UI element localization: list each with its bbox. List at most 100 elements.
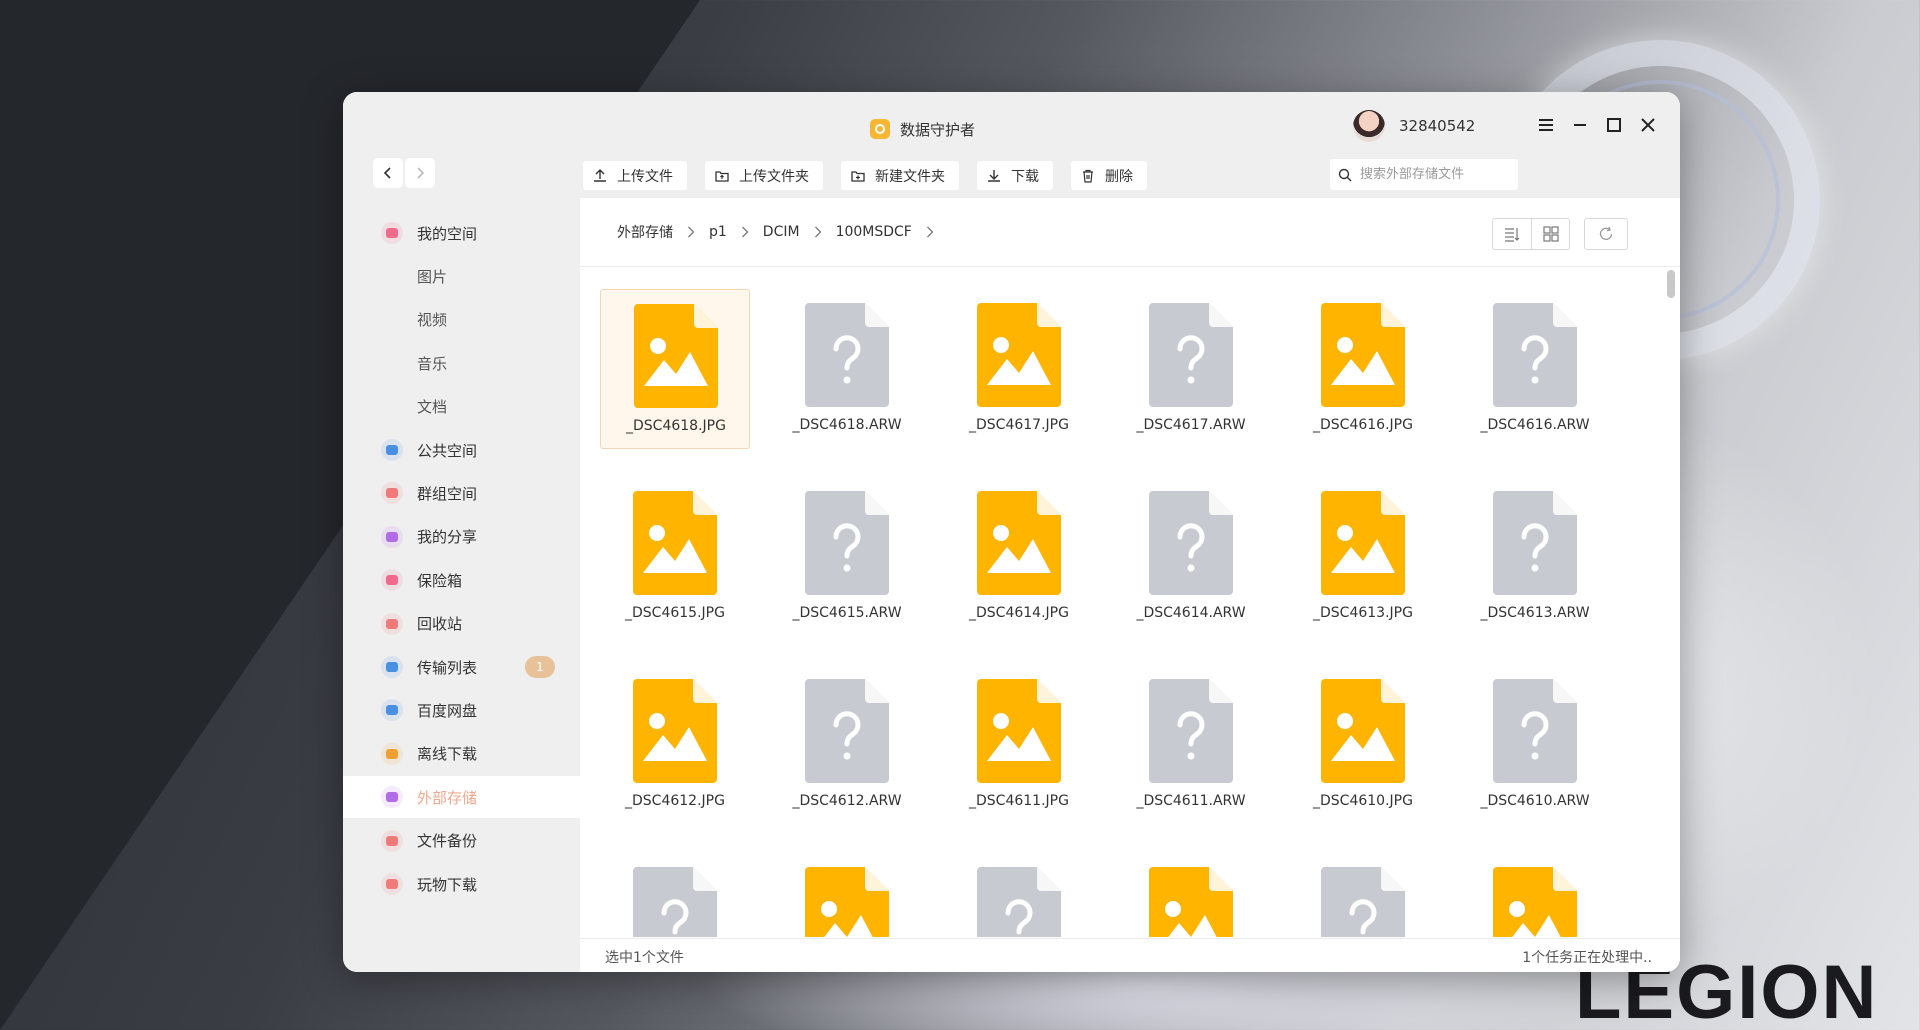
username[interactable]: 32840542 — [1399, 117, 1475, 135]
file-tile[interactable]: _DSC4611.JPG — [944, 665, 1094, 825]
file-tile[interactable]: _DSC4617.ARW — [1116, 289, 1266, 449]
search-input[interactable] — [1360, 167, 1510, 182]
sidebar-item-label: 外部存储 — [417, 788, 478, 807]
file-tile[interactable]: _DSC4613.JPG — [1288, 477, 1438, 637]
file-name: _DSC4610.JPG — [1313, 793, 1413, 809]
scrollbar[interactable] — [1666, 270, 1676, 960]
sidebar-item-11[interactable]: 百度网盘 — [343, 689, 580, 731]
sidebar-item-13[interactable]: 外部存储 — [343, 776, 580, 819]
image-file-icon — [977, 303, 1061, 407]
maximize-button[interactable] — [1603, 112, 1625, 138]
sidebar-item-8[interactable]: 保险箱 — [343, 559, 580, 601]
file-name: _DSC4616.JPG — [1313, 417, 1413, 433]
file-tile[interactable]: _DSC4613.ARW — [1460, 477, 1610, 637]
upload-icon — [594, 168, 606, 182]
sidebar-item-9[interactable]: 回收站 — [343, 603, 580, 645]
upload-folder-button[interactable]: 上传文件夹 — [705, 161, 823, 190]
upload-file-label: 上传文件 — [617, 168, 673, 185]
sidebar-item-5[interactable]: 公共空间 — [343, 429, 580, 471]
view-toggle — [1492, 218, 1570, 250]
file-tile[interactable] — [1460, 853, 1610, 937]
file-tile[interactable]: _DSC4614.ARW — [1116, 477, 1266, 637]
upload-file-button[interactable]: 上传文件 — [583, 161, 687, 190]
image-file-icon — [634, 304, 718, 408]
menu-icon — [1539, 119, 1553, 131]
sidebar-item-6[interactable]: 群组空间 — [343, 472, 580, 514]
scrollbar-thumb[interactable] — [1667, 270, 1675, 298]
file-name: _DSC4612.JPG — [625, 793, 725, 809]
image-file-icon — [805, 867, 889, 937]
file-grid: _DSC4618.JPG _DSC4618.ARW _DSC4617.JPG _DSC… — [580, 267, 1665, 937]
file-tile[interactable]: _DSC4611.ARW — [1116, 665, 1266, 825]
breadcrumb-item[interactable]: 外部存储 — [617, 222, 673, 242]
forward-button[interactable] — [405, 158, 435, 188]
new-folder-label: 新建文件夹 — [875, 168, 945, 185]
delete-button[interactable]: 删除 — [1071, 161, 1147, 190]
sidebar-item-0[interactable]: 我的空间 — [343, 212, 580, 254]
file-tile[interactable]: _DSC4610.JPG — [1288, 665, 1438, 825]
offline-download-icon — [381, 742, 403, 765]
sidebar-item-label: 图片 — [417, 267, 448, 286]
file-tile[interactable] — [600, 853, 750, 937]
chevron-right-icon — [814, 226, 821, 238]
sidebar-item-14[interactable]: 文件备份 — [343, 820, 580, 862]
unknown-file-icon — [805, 679, 889, 783]
sidebar-item-label: 群组空间 — [417, 484, 478, 503]
sidebar-item-4[interactable]: 文档 — [343, 386, 580, 428]
toolbar: 上传文件 上传文件夹 新建文件夹 下载 删除 — [583, 161, 1147, 190]
refresh-icon — [1599, 226, 1613, 240]
download-button[interactable]: 下载 — [977, 161, 1053, 190]
file-tile[interactable]: _DSC4618.ARW — [772, 289, 922, 449]
view-controls — [1492, 218, 1628, 250]
refresh-button[interactable] — [1584, 218, 1628, 250]
file-tile[interactable]: _DSC4616.JPG — [1288, 289, 1438, 449]
file-tile[interactable]: _DSC4615.ARW — [772, 477, 922, 637]
unknown-file-icon — [1149, 303, 1233, 407]
avatar[interactable] — [1353, 110, 1385, 142]
sidebar-item-2[interactable]: 视频 — [343, 299, 580, 341]
file-tile[interactable] — [772, 853, 922, 937]
sidebar-item-1[interactable]: 图片 — [343, 255, 580, 297]
back-button[interactable] — [373, 158, 403, 188]
user-area[interactable]: 32840542 — [1353, 110, 1475, 142]
sidebar-item-3[interactable]: 音乐 — [343, 342, 580, 384]
unknown-file-icon — [1493, 491, 1577, 595]
unknown-file-icon — [977, 867, 1061, 937]
file-name: _DSC4612.ARW — [792, 793, 902, 809]
window-controls — [1535, 112, 1659, 138]
sidebar-item-15[interactable]: 玩物下载 — [343, 863, 580, 905]
breadcrumb-item[interactable]: DCIM — [763, 224, 800, 240]
file-tile[interactable]: _DSC4615.JPG — [600, 477, 750, 637]
breadcrumb-item[interactable]: p1 — [709, 224, 727, 240]
list-view-button[interactable] — [1493, 219, 1531, 249]
sidebar-item-7[interactable]: 我的分享 — [343, 516, 580, 558]
file-tile[interactable]: _DSC4618.JPG — [600, 289, 750, 449]
file-tile[interactable]: _DSC4616.ARW — [1460, 289, 1610, 449]
file-name: _DSC4613.JPG — [1313, 605, 1413, 621]
minimize-button[interactable] — [1569, 112, 1591, 138]
sidebar-item-label: 传输列表 — [417, 658, 478, 677]
breadcrumb-item[interactable]: 100MSDCF — [836, 224, 912, 240]
file-name: _DSC4611.JPG — [969, 793, 1069, 809]
sidebar-item-10[interactable]: 传输列表 1 — [343, 646, 580, 688]
search-box[interactable] — [1330, 159, 1518, 190]
chevron-right-icon — [926, 226, 934, 238]
file-tile[interactable] — [944, 853, 1094, 937]
file-tile[interactable]: _DSC4610.ARW — [1460, 665, 1610, 825]
grid-view-button[interactable] — [1531, 219, 1569, 249]
close-button[interactable] — [1637, 112, 1659, 138]
sidebar-item-12[interactable]: 离线下载 — [343, 733, 580, 775]
baidu-cloud-icon — [381, 699, 403, 722]
file-tile[interactable]: _DSC4612.JPG — [600, 665, 750, 825]
menu-button[interactable] — [1535, 112, 1557, 138]
trash-icon — [381, 612, 403, 635]
file-tile[interactable]: _DSC4614.JPG — [944, 477, 1094, 637]
new-folder-button[interactable]: 新建文件夹 — [841, 161, 959, 190]
file-tile[interactable] — [1116, 853, 1266, 937]
file-name: _DSC4615.ARW — [792, 605, 902, 621]
file-tile[interactable]: _DSC4612.ARW — [772, 665, 922, 825]
file-tile[interactable] — [1288, 853, 1438, 937]
task-status[interactable]: 1个任务正在处理中.. — [1522, 947, 1652, 967]
external-storage-icon — [381, 786, 403, 809]
file-tile[interactable]: _DSC4617.JPG — [944, 289, 1094, 449]
